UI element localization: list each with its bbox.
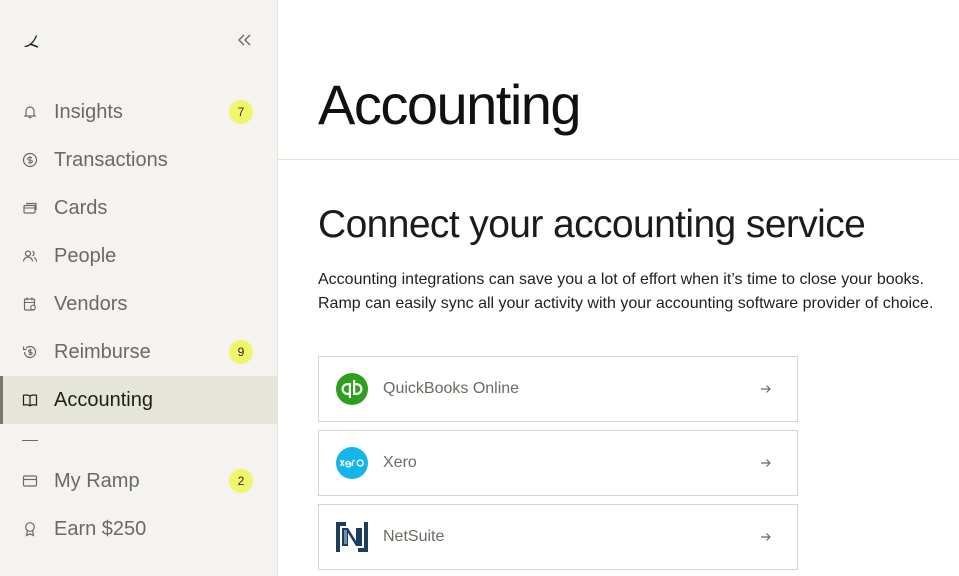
sidebar-item-people[interactable]: People [0,232,277,280]
award-icon [22,521,38,537]
main-content: Accounting Connect your accounting servi… [278,0,959,576]
sidebar-item-accounting[interactable]: Accounting [0,376,277,424]
provider-name: QuickBooks Online [383,380,520,397]
sidebar-item-cards[interactable]: Cards [0,184,277,232]
vendors-icon [22,296,38,312]
dollar-circle-icon [22,152,38,168]
provider-netsuite[interactable]: NetSuite [318,504,798,570]
cards-icon [22,200,38,216]
bell-icon [22,104,38,120]
sidebar-item-label: Accounting [54,388,153,411]
book-icon [22,392,38,408]
xero-logo-icon [335,446,369,480]
my-ramp-count-badge: 2 [229,469,253,493]
quickbooks-logo-icon [335,372,369,406]
sidebar-item-label: Earn $250 [54,517,147,540]
description-line: Accounting integrations can save you a l… [318,271,924,288]
netsuite-logo-icon [335,520,369,554]
people-icon [22,248,38,264]
sidebar-item-label: People [54,244,117,267]
provider-quickbooks[interactable]: QuickBooks Online [318,356,798,422]
sidebar-item-label: Insights [54,100,123,123]
provider-xero[interactable]: Xero [318,430,798,496]
arrow-right-icon [759,530,773,544]
sidebar-item-reimburse[interactable]: Reimburse 9 [0,328,277,376]
description-line: Ramp can easily sync all your activity w… [318,295,934,312]
sidebar: Insights 7 Transactions Cards People Ven… [0,0,278,576]
sidebar-item-label: Reimburse [54,340,151,363]
primary-nav: Insights 7 Transactions Cards People Ven… [0,88,277,424]
sidebar-divider [22,440,38,441]
provider-name: NetSuite [383,528,445,545]
section-title: Connect your accounting service [318,203,866,246]
header-divider [278,159,959,160]
sidebar-item-label: Transactions [54,148,168,171]
arrow-right-icon [759,382,773,396]
sidebar-item-label: Vendors [54,292,128,315]
page-title: Accounting [318,73,582,136]
sidebar-item-insights[interactable]: Insights 7 [0,88,277,136]
section-description: Accounting integrations can save you a l… [318,268,948,316]
sidebar-item-earn[interactable]: Earn $250 [0,505,277,553]
sidebar-item-label: My Ramp [54,469,140,492]
wallet-icon [22,473,38,489]
collapse-sidebar-icon[interactable] [235,31,255,49]
sidebar-item-transactions[interactable]: Transactions [0,136,277,184]
reimburse-icon [22,344,38,360]
ramp-logo-icon[interactable] [22,31,40,49]
provider-name: Xero [383,454,417,471]
secondary-nav: My Ramp 2 Earn $250 [0,457,277,553]
provider-list: QuickBooks Online Xero NetSuite [318,356,798,576]
sidebar-item-my-ramp[interactable]: My Ramp 2 [0,457,277,505]
sidebar-item-label: Cards [54,196,108,219]
arrow-right-icon [759,456,773,470]
reimburse-count-badge: 9 [229,340,253,364]
sidebar-item-vendors[interactable]: Vendors [0,280,277,328]
insights-count-badge: 7 [229,100,253,124]
